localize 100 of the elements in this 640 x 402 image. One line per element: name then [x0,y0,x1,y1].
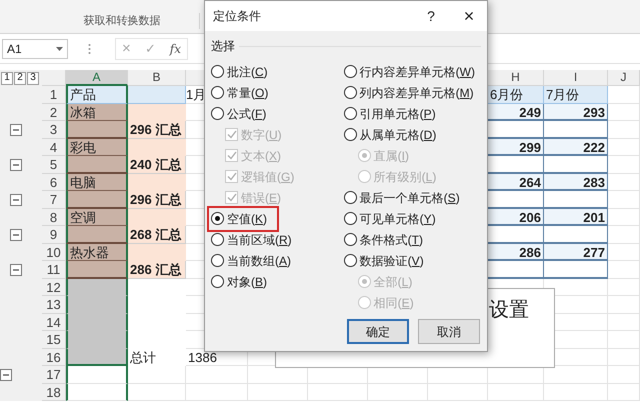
table-cell: 249 [488,104,544,121]
row-header[interactable]: 9 [42,226,66,244]
row-header[interactable]: 3 [42,121,66,138]
radio-button[interactable] [344,65,357,78]
row-header[interactable]: 14 [42,314,66,331]
radio-button[interactable] [211,233,224,246]
radio-button[interactable] [344,191,357,204]
row-header[interactable]: 5 [42,156,66,174]
table-cell [66,278,128,296]
row-header[interactable]: 6 [42,174,66,191]
table-cell [608,174,640,191]
row-header[interactable]: 16 [42,348,66,366]
radio-button[interactable] [211,65,224,78]
radio-button[interactable] [344,233,357,246]
table-cell [128,86,186,104]
row-header[interactable]: 4 [42,138,66,156]
option-label: 所有级别(L) [374,168,436,186]
table-cell: 206 [488,208,544,226]
radio-button[interactable] [344,212,357,225]
column-header[interactable]: A [66,70,128,86]
row-header[interactable]: 15 [42,331,66,348]
collapse-button[interactable] [10,264,22,276]
outline-level-button[interactable]: 2 [14,72,26,84]
option-label: 引用单元格(P) [360,106,436,122]
option-label: 当前区域(R) [227,232,292,248]
collapse-button[interactable] [10,229,22,241]
radio-button[interactable] [344,86,357,99]
table-cell: 6月份 [488,86,544,104]
cancel-button[interactable]: 取消 [418,319,480,344]
table-cell [544,156,608,174]
table-cell [488,261,544,278]
table-cell [66,226,128,244]
collapse-button[interactable] [0,369,12,381]
table-cell [544,191,608,208]
row-header[interactable]: 18 [42,384,66,401]
table-cell [608,138,640,156]
column-header[interactable]: B [128,70,186,86]
table-cell [608,331,640,348]
collapse-button[interactable] [10,194,22,206]
insert-function-button[interactable]: fx [170,42,181,54]
table-cell [608,296,640,314]
column-header[interactable]: J [608,70,640,86]
row-header[interactable]: 7 [42,191,66,208]
table-cell [66,384,128,401]
option-label: 可见单元格(Y) [360,210,436,228]
radio-button[interactable] [211,275,224,288]
collapse-button[interactable] [10,124,22,136]
table-cell: 296 汇总 [128,121,186,138]
row-header[interactable]: 1 [42,86,66,104]
option-label: 空值(K) [227,210,268,228]
table-cell: 283 [544,174,608,191]
row-header[interactable]: 2 [42,104,66,121]
row-header[interactable]: 11 [42,261,66,278]
drag-handle-icon[interactable] [88,42,91,54]
outline-level-button[interactable]: 1 [1,72,13,84]
table-cell [608,366,640,384]
option-label: 公式(F) [227,106,266,122]
radio-button[interactable] [344,128,357,141]
collapse-button[interactable] [10,159,22,171]
row-header[interactable]: 10 [42,244,66,261]
table-cell [544,121,608,138]
radio-button[interactable] [211,212,224,225]
radio-button[interactable] [344,107,357,120]
radio-button[interactable] [211,86,224,99]
table-cell [66,156,128,174]
outline-level-button[interactable]: 3 [27,72,39,84]
row-header[interactable]: 12 [42,278,66,296]
minus-icon [13,197,19,203]
row-header[interactable]: 13 [42,296,66,314]
table-cell [608,191,640,208]
table-cell [66,366,128,384]
table-cell [488,156,544,174]
row-header[interactable]: 8 [42,208,66,226]
minus-icon [13,267,19,273]
close-button[interactable]: × [459,7,479,25]
table-cell: 201 [544,208,608,226]
table-cell: 7月份 [544,86,608,104]
ok-button[interactable]: 确定 [347,319,409,344]
column-header[interactable]: H [488,70,544,86]
table-cell: 冰箱 [66,104,128,121]
table-cell [608,86,640,104]
help-button[interactable]: ? [421,6,441,26]
name-box[interactable]: A1 [2,38,68,58]
table-cell [608,348,640,366]
table-cell: 热水器 [66,244,128,261]
table-cell [186,366,248,384]
table-cell [608,244,640,261]
table-cell [544,261,608,278]
row-header[interactable]: 17 [42,366,66,384]
table-cell [608,384,640,401]
radio-button[interactable] [211,107,224,120]
table-cell [128,104,186,121]
table-cell: 产品 [66,86,128,104]
table-cell [128,138,186,156]
radio-button[interactable] [211,254,224,267]
column-header[interactable]: I [544,70,608,86]
radio-button[interactable] [344,254,357,267]
table-cell: 299 [488,138,544,156]
option-label: 对象(B) [227,274,268,290]
table-cell: 彩电 [66,138,128,156]
